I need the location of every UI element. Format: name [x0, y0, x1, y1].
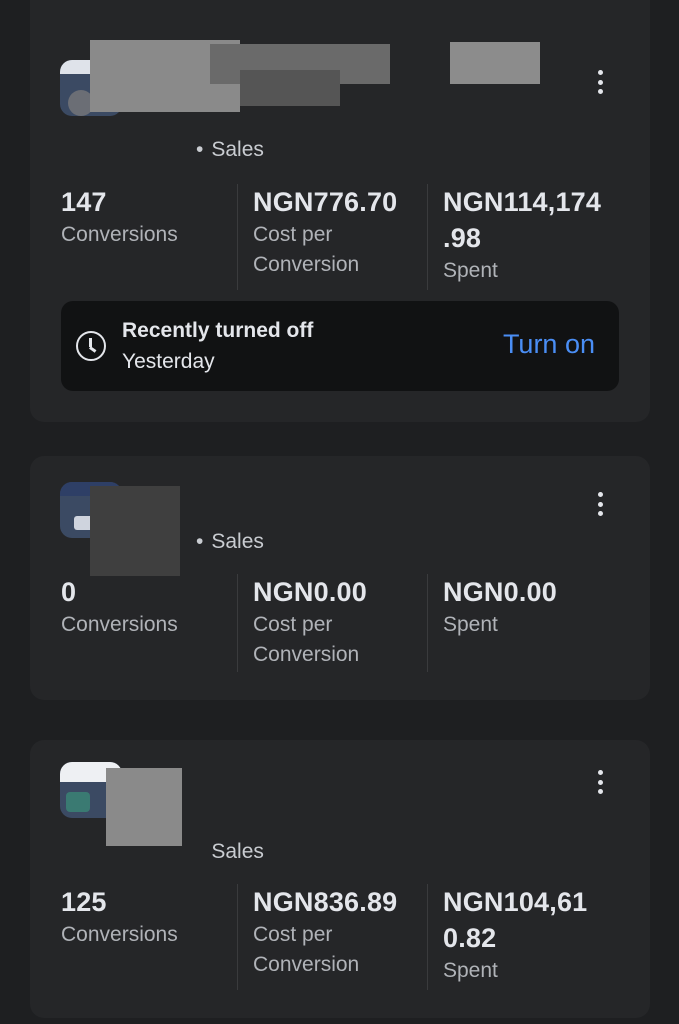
- metric-value: NGN0.00: [443, 577, 557, 607]
- metric-conversions: 147 Conversions: [61, 184, 237, 286]
- campaign-metrics: 147 Conversions NGN776.70 Cost per Conve…: [61, 184, 621, 290]
- metric-conversions: 0 Conversions: [61, 574, 237, 670]
- clock-icon: [76, 331, 106, 361]
- campaign-status-banner: Recently turned off Yesterday Turn on: [61, 301, 619, 391]
- metric-label: Conversions: [61, 613, 178, 636]
- redacted-area: [106, 768, 182, 846]
- metric-value: NGN776.70: [253, 187, 398, 217]
- metric-conversions: 125 Conversions: [61, 884, 237, 986]
- more-vertical-icon[interactable]: [588, 490, 612, 518]
- metric-value: NGN836.89: [253, 887, 398, 917]
- more-vertical-icon[interactable]: [588, 68, 612, 96]
- more-vertical-icon[interactable]: [588, 768, 612, 796]
- redacted-area: [240, 70, 340, 106]
- metric-spent: NGN104,61 0.82 Spent: [427, 884, 621, 990]
- redacted-area: [90, 486, 180, 576]
- metric-value: 0: [61, 577, 77, 607]
- campaign-card[interactable]: • Sales 0 Conversions NGN0.00 Cost per Co…: [30, 456, 650, 700]
- status-title: Recently turned off: [122, 319, 314, 342]
- metric-value: 147: [61, 187, 107, 217]
- metric-value: NGN0.00: [253, 577, 367, 607]
- metric-label: Spent: [443, 959, 498, 982]
- metric-label: Conversions: [61, 923, 178, 946]
- metric-value: 125: [61, 887, 107, 917]
- metric-cost-per-conversion: NGN836.89 Cost per Conversion: [237, 884, 427, 990]
- campaign-objective: •Sales: [196, 138, 264, 161]
- metric-cost-per-conversion: NGN0.00 Cost per Conversion: [237, 574, 427, 672]
- metric-label: Cost per Conversion: [253, 613, 360, 666]
- metric-cost-per-conversion: NGN776.70 Cost per Conversion: [237, 184, 427, 290]
- campaign-objective: •Sales: [211, 840, 264, 863]
- campaign-card[interactable]: • Sales 147 Conversions NGN776.70 Cost pe…: [30, 0, 650, 422]
- metric-label: Spent: [443, 613, 498, 636]
- campaign-list: • Sales 147 Conversions NGN776.70 Cost pe…: [0, 0, 679, 1024]
- redacted-area: [450, 42, 540, 84]
- metric-value: NGN104,61 0.82: [443, 887, 588, 953]
- metric-spent: NGN114,174 .98 Spent: [427, 184, 621, 290]
- status-subtitle: Yesterday: [122, 350, 215, 373]
- metric-value: NGN114,174 .98: [443, 187, 602, 253]
- metric-spent: NGN0.00 Spent: [427, 574, 621, 672]
- campaign-objective: •Sales: [196, 530, 264, 553]
- metric-label: Cost per Conversion: [253, 223, 360, 276]
- campaign-metrics: 125 Conversions NGN836.89 Cost per Conve…: [61, 884, 621, 990]
- metric-label: Cost per Conversion: [253, 923, 360, 976]
- campaign-metrics: 0 Conversions NGN0.00 Cost per Conversio…: [61, 574, 621, 672]
- campaign-card[interactable]: •Sales 125 Conversions NGN836.89 Cost pe…: [30, 740, 650, 1018]
- metric-label: Conversions: [61, 223, 178, 246]
- metric-label: Spent: [443, 259, 498, 282]
- turn-on-button[interactable]: Turn on: [503, 329, 595, 360]
